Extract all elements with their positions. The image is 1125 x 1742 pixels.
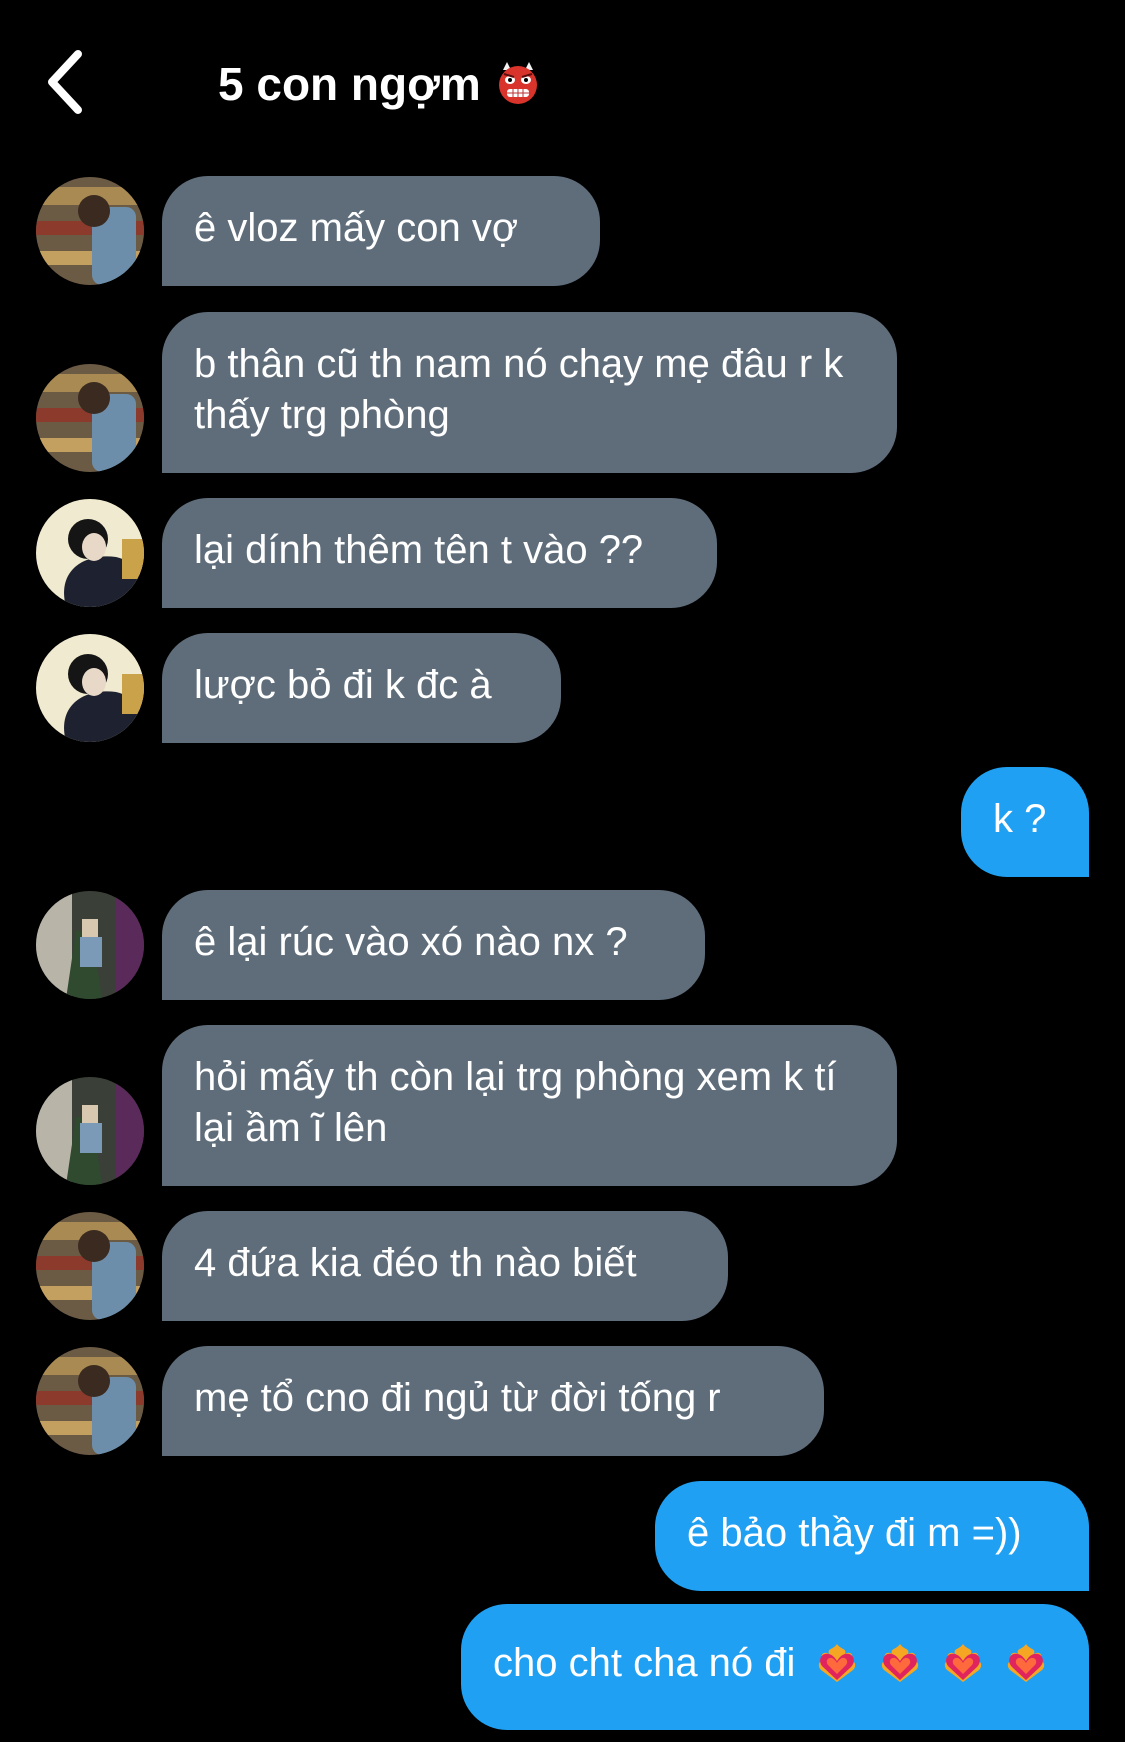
message-bubble-incoming[interactable]: lược bỏ đi k đc à xyxy=(162,633,561,743)
chat-title-wrap[interactable]: 5 con ngợm xyxy=(218,56,541,112)
message-bubble-outgoing[interactable]: k ? xyxy=(961,767,1089,877)
message-text: ê vloz mấy con vợ xyxy=(194,206,519,250)
message-text: b thân cũ th nam nó chạy mẹ đâu r k thấy… xyxy=(194,342,844,437)
message-text: hỏi mấy th còn lại trg phòng xem k tí lạ… xyxy=(194,1055,837,1150)
message-text: cho cht cha nó đi xyxy=(493,1641,796,1685)
avatar-photo-icon xyxy=(36,1347,144,1455)
message-bubble-incoming[interactable]: mẹ tổ cno đi ngủ từ đời tống r xyxy=(162,1346,824,1456)
heart-on-fire-icon xyxy=(881,1644,918,1682)
avatar[interactable] xyxy=(36,364,144,472)
back-button[interactable] xyxy=(44,48,92,116)
heart-on-fire-icon xyxy=(818,1644,855,1682)
avatar[interactable] xyxy=(36,891,144,999)
message-text: k ? xyxy=(993,797,1047,841)
message-text: ê bảo thầy đi m =)) xyxy=(687,1511,1022,1555)
message-text: ê lại rúc vào xó nào nx ? xyxy=(194,920,628,964)
message-bubble-incoming[interactable]: lại dính thêm tên t vào ?? xyxy=(162,498,717,608)
avatar-photo-icon xyxy=(36,634,144,742)
avatar-photo-icon xyxy=(36,1077,144,1185)
avatar-photo-icon xyxy=(36,1212,144,1320)
avatar[interactable] xyxy=(36,634,144,742)
message-bubble-outgoing[interactable]: cho cht cha nó đi xyxy=(461,1604,1089,1730)
heart-on-fire-icon xyxy=(944,1644,981,1682)
message-bubble-incoming[interactable]: hỏi mấy th còn lại trg phòng xem k tí lạ… xyxy=(162,1025,897,1186)
avatar[interactable] xyxy=(36,1077,144,1185)
ogre-icon xyxy=(498,62,537,104)
avatar[interactable] xyxy=(36,1212,144,1320)
avatar[interactable] xyxy=(36,177,144,285)
message-bubble-incoming[interactable]: ê lại rúc vào xó nào nx ? xyxy=(162,890,705,1000)
avatar-photo-icon xyxy=(36,891,144,999)
message-text: 4 đứa kia đéo th nào biết xyxy=(194,1241,637,1285)
avatar-photo-icon xyxy=(36,364,144,472)
message-text: lược bỏ đi k đc à xyxy=(194,663,492,707)
avatar[interactable] xyxy=(36,499,144,607)
message-text: lại dính thêm tên t vào ?? xyxy=(194,528,644,572)
chat-header: 5 con ngợm xyxy=(0,0,1125,170)
message-bubble-incoming[interactable]: b thân cũ th nam nó chạy mẹ đâu r k thấy… xyxy=(162,312,897,473)
message-bubble-incoming[interactable]: 4 đứa kia đéo th nào biết xyxy=(162,1211,728,1321)
avatar-photo-icon xyxy=(36,177,144,285)
chat-title: 5 con ngợm xyxy=(218,58,481,110)
heart-on-fire-icon xyxy=(1007,1644,1045,1682)
message-bubble-incoming[interactable]: ê vloz mấy con vợ xyxy=(162,176,600,286)
message-bubble-outgoing[interactable]: ê bảo thầy đi m =)) xyxy=(655,1481,1089,1591)
avatar-photo-icon xyxy=(36,499,144,607)
avatar[interactable] xyxy=(36,1347,144,1455)
chevron-left-icon xyxy=(48,50,82,114)
message-text: mẹ tổ cno đi ngủ từ đời tống r xyxy=(194,1376,721,1420)
